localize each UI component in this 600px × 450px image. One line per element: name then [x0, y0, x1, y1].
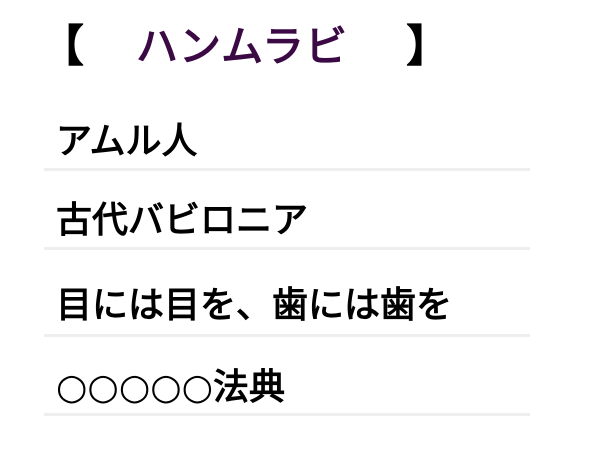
- list-item: 目には目を、歯には歯を: [44, 270, 530, 337]
- list-item-text: 古代バビロニア: [56, 199, 309, 241]
- open-bracket: 【: [40, 21, 84, 72]
- term-title: ハンムラビ: [136, 22, 349, 71]
- list-item: ○○○○○法典: [44, 354, 530, 416]
- list-item-text: アムル人: [56, 120, 198, 162]
- list-item-text: 目には目を、歯には歯を: [56, 284, 453, 326]
- list-item-text: ○○○○○法典: [56, 365, 286, 408]
- term-heading: 【 ハンムラビ 】: [40, 16, 460, 78]
- list-item: 古代バビロニア: [44, 187, 530, 250]
- list-item: アムル人: [44, 108, 530, 171]
- close-bracket: 】: [406, 21, 451, 72]
